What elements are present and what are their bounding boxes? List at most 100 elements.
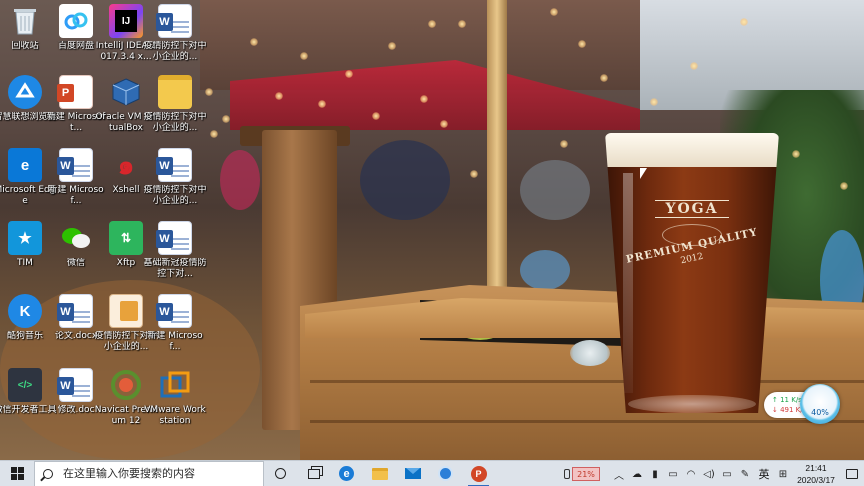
desktop-icon-label: 疫情防控下对中小企业的... — [143, 41, 207, 62]
search-input[interactable] — [63, 467, 253, 480]
start-button[interactable] — [0, 461, 34, 486]
battery-percent: 21% — [572, 467, 600, 481]
desktop-icon-label: 基础新冠疫情防控下对... — [143, 258, 207, 279]
desktop-icon-label: VMware Workstation — [144, 405, 206, 426]
folder-icon — [158, 75, 192, 109]
action-center-button[interactable] — [840, 461, 864, 486]
input-method-indicator[interactable]: 英 — [754, 466, 774, 482]
wechat-icon — [59, 221, 93, 255]
bokeh-light — [428, 20, 436, 28]
tray-battery[interactable]: ▭ — [718, 461, 736, 486]
wallpaper-pole — [487, 0, 507, 290]
baidu-netdisk-icon — [59, 4, 93, 38]
search-icon — [43, 468, 53, 479]
taskbar-edge[interactable]: e — [330, 461, 363, 486]
wifi-icon: ◠ — [686, 468, 696, 480]
clock-time: 21:41 — [805, 463, 827, 473]
system-tray: 21% ︿ ☁ ▮ ▭ ◠ ◁) ▭ ✎ 英 ⊞ 21:41 2020/3/17 — [564, 461, 864, 486]
accelerator-ball[interactable]: 40% — [800, 384, 840, 424]
cloud-icon: ☁ — [632, 468, 642, 480]
bokeh-light — [222, 115, 230, 123]
bokeh-light — [650, 98, 658, 106]
powerpoint-file-icon: P — [57, 75, 93, 109]
desktop-icon-new-word-2[interactable]: 新建 Microsof... — [143, 294, 207, 364]
bokeh-light — [578, 40, 586, 48]
desktop-icon-label: 疫情防控下对中小企业的... — [143, 185, 207, 206]
word-file-icon — [57, 148, 93, 182]
bokeh-light — [600, 74, 608, 82]
bokeh-light — [550, 8, 558, 16]
bokeh-light — [388, 42, 396, 50]
word-file-icon — [57, 294, 93, 328]
tray-pen[interactable]: ✎ — [736, 461, 754, 486]
wallpaper-plank-line — [310, 380, 864, 383]
bokeh-light — [740, 18, 748, 26]
desktop-icon-word-doc-2[interactable]: 疫情防控下对中小企业的... — [143, 148, 207, 218]
network-speed-widget[interactable]: ↑ 11 K/s ↓ 491 K/s 40% — [764, 384, 842, 424]
edge-icon: e — [339, 466, 354, 481]
document-file-icon — [109, 294, 143, 328]
taskbar: e P 21% ︿ ☁ ▮ ▭ ◠ ◁) ▭ ✎ 英 ⊞ 21:41 2020/… — [0, 460, 864, 486]
task-view-button[interactable] — [297, 461, 330, 486]
taskbar-clock-app[interactable] — [429, 461, 462, 486]
taskbar-clock[interactable]: 21:41 2020/3/17 — [792, 462, 840, 486]
task-view-icon — [307, 468, 320, 479]
taskbar-powerpoint[interactable]: P — [462, 461, 495, 486]
power-icon: ▭ — [668, 468, 678, 480]
powerpoint-icon: P — [470, 465, 487, 482]
recycle-bin-icon — [8, 4, 42, 38]
desktop-icon-folder-epidemic[interactable]: 疫情防控下对中小企业的... — [143, 75, 207, 145]
vmware-icon — [158, 368, 192, 402]
desktop-icon-label: 新建 Microsof... — [147, 331, 203, 352]
taskbar-mail[interactable] — [396, 461, 429, 486]
bokeh-light — [470, 170, 478, 178]
mail-icon — [404, 468, 421, 479]
clock-date: 2020/3/17 — [797, 475, 835, 485]
bokeh-light — [345, 70, 353, 78]
tim-star-icon: ★ — [8, 221, 42, 255]
glass-brand-text: YOGA — [655, 200, 729, 218]
tray-power[interactable]: ▭ — [664, 461, 682, 486]
desktop-icon-word-doc-1[interactable]: 疫情防控下对中小企业的... — [143, 4, 207, 74]
glass-base — [628, 395, 756, 413]
tray-cloud[interactable]: ☁ — [628, 461, 646, 486]
bokeh-light — [250, 38, 258, 46]
navicat-icon — [109, 368, 143, 402]
bokeh-light — [840, 182, 848, 190]
desktop-icon-label: 疫情防控下对中小企业的... — [143, 112, 207, 133]
word-file-icon — [156, 4, 192, 38]
tray-ime-mode[interactable]: ⊞ — [774, 461, 792, 486]
chevron-up-icon: ︿ — [614, 470, 624, 482]
bokeh-light — [300, 52, 308, 60]
wallpaper-plant — [570, 340, 610, 366]
bokeh-light — [372, 112, 380, 120]
folder-icon — [371, 467, 388, 480]
desktop-icon-word-doc-3[interactable]: 基础新冠疫情防控下对... — [143, 221, 207, 291]
cortana-button[interactable] — [264, 461, 297, 486]
battery-widget[interactable]: 21% — [564, 466, 606, 482]
word-file-icon — [156, 294, 192, 328]
tray-volume[interactable]: ◁) — [700, 461, 718, 486]
tray-wifi[interactable]: ◠ — [682, 461, 700, 486]
bokeh-light — [792, 150, 800, 158]
wallpaper-person — [520, 160, 590, 220]
bokeh-light — [318, 100, 326, 108]
accelerator-percent: 40% — [811, 408, 829, 417]
ime-grid-icon: ⊞ — [778, 468, 788, 480]
show-hidden-icons-button[interactable]: ︿ — [610, 461, 628, 486]
taskbar-file-explorer[interactable] — [363, 461, 396, 486]
edge-icon: e — [8, 148, 42, 182]
wallpaper-person — [220, 150, 260, 210]
wallpaper-lamp — [520, 250, 570, 290]
devtools-icon: </> — [8, 368, 42, 402]
desktop-icon-vmware[interactable]: VMware Workstation — [143, 368, 207, 438]
tray-mic[interactable]: ▮ — [646, 461, 664, 486]
xshell-icon: ๑ — [117, 149, 135, 180]
bokeh-light — [560, 140, 568, 148]
windows-logo-icon — [10, 467, 24, 480]
speaker-icon: ◁) — [703, 468, 715, 480]
taskbar-search-box[interactable] — [34, 460, 264, 486]
xftp-icon: ⇅ — [109, 221, 143, 255]
kugou-icon: K — [8, 294, 42, 328]
intellij-icon: IJ — [109, 4, 143, 38]
